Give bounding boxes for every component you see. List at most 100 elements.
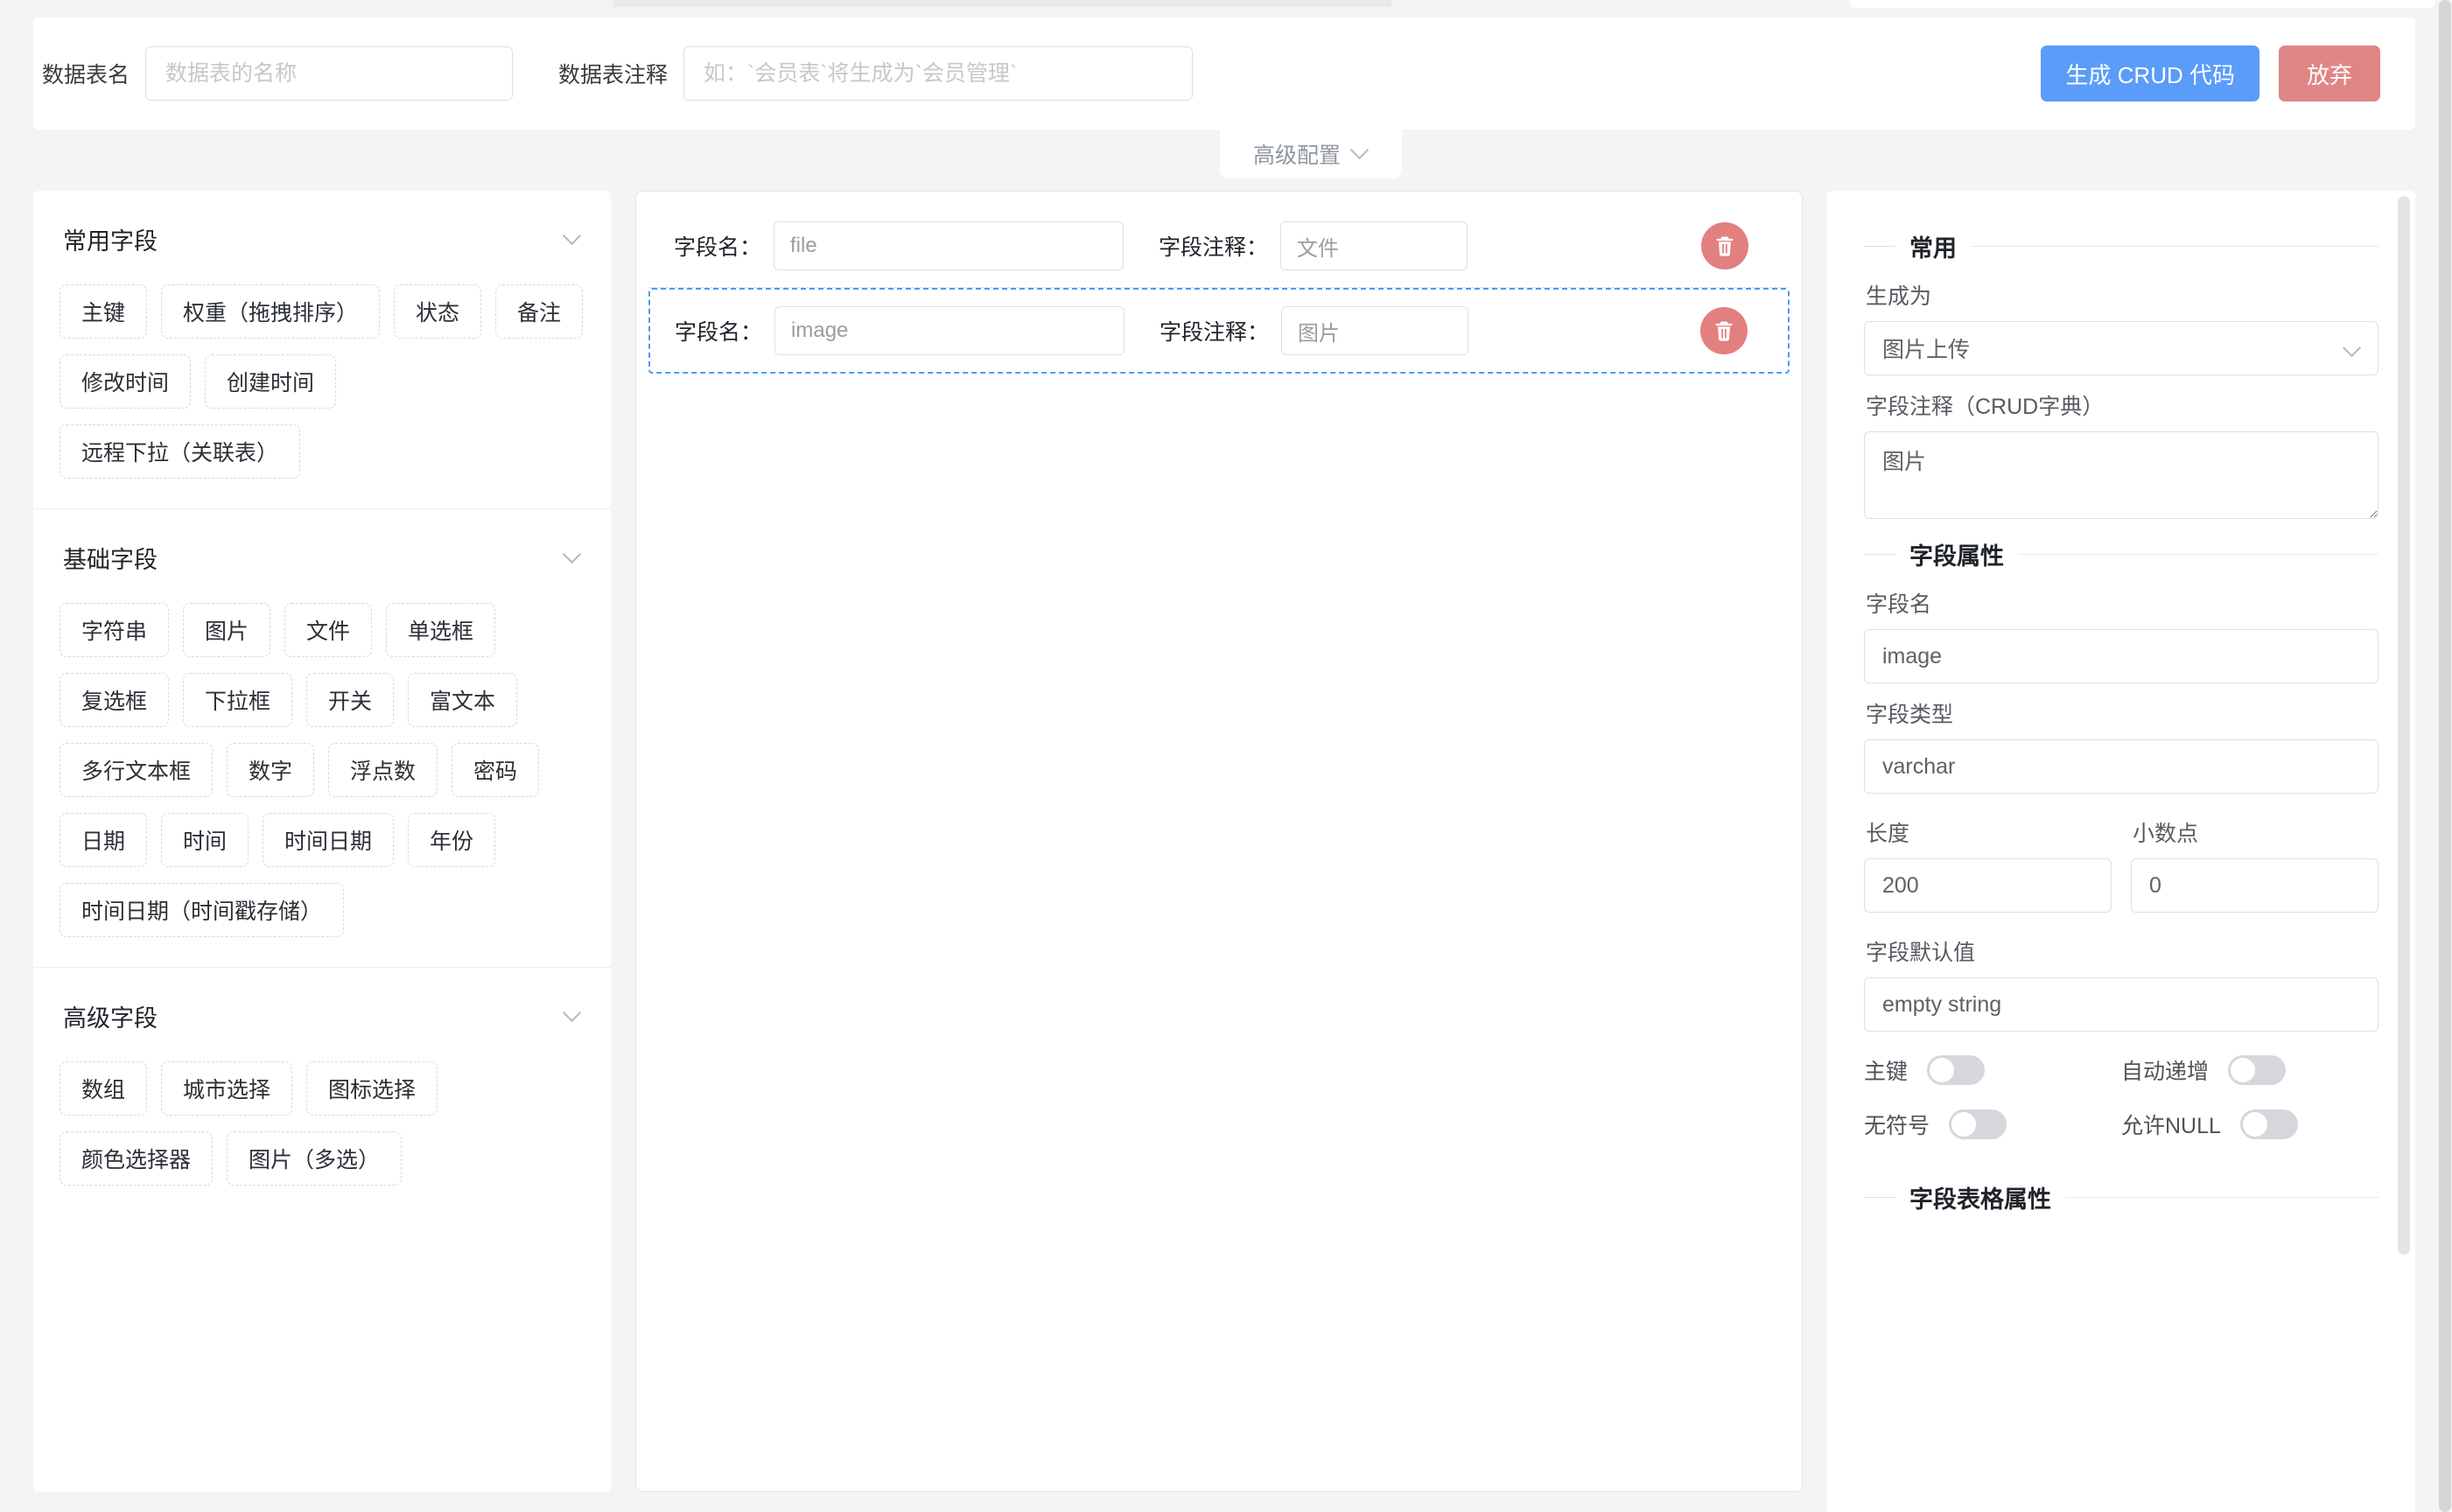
field-name-attr: 字段名 [1864, 587, 2378, 683]
field-palette-panel: 常用字段 主键 权重（拖拽排序） 状态 备注 修改时间 创建时间 远程下拉（关联… [33, 191, 611, 1492]
palette-chip[interactable]: 复选框 [60, 673, 170, 727]
palette-chip[interactable]: 创建时间 [205, 354, 337, 409]
chevron-down-icon[interactable] [564, 546, 581, 564]
palette-chip[interactable]: 时间 [161, 813, 249, 867]
field-comment-input[interactable] [1281, 306, 1469, 355]
palette-group-common: 常用字段 主键 权重（拖拽排序） 状态 备注 修改时间 创建时间 远程下拉（关联… [33, 191, 611, 509]
top-cut-element-right [1849, 0, 2435, 8]
palette-chip[interactable]: 日期 [60, 813, 148, 867]
field-canvas-panel[interactable]: 字段名： 字段注释： 字段名： 字段注释： [635, 191, 1803, 1492]
field-comment-label: 字段注释： [1159, 235, 1269, 260]
chevron-down-icon[interactable] [564, 228, 581, 245]
field-type-attr-label: 字段类型 [1866, 703, 1954, 727]
auto-increment-toggle-cell: 自动递增 [2121, 1054, 2378, 1086]
primary-key-toggle[interactable] [1927, 1055, 1986, 1085]
generate-crud-button[interactable]: 生成 CRUD 代码 [2041, 46, 2259, 102]
palette-chip[interactable]: 字符串 [60, 603, 170, 657]
divider-line-short [1864, 1197, 1895, 1198]
field-name-attr-input[interactable] [1864, 629, 2378, 683]
palette-chip[interactable]: 文件 [284, 603, 373, 657]
divider-line-long [2018, 554, 2378, 555]
palette-chip[interactable]: 开关 [306, 673, 395, 727]
comment-dict-textarea[interactable]: 图片 [1864, 431, 2378, 519]
advanced-config-toggle[interactable]: 高级配置 [1220, 130, 1402, 178]
divider-line-short [1864, 554, 1895, 555]
palette-group-basic: 基础字段 字符串 图片 文件 单选框 复选框 下拉框 开关 富文本 多行文本框 … [33, 509, 611, 968]
palette-chip[interactable]: 多行文本框 [60, 743, 214, 797]
palette-group-advanced-header[interactable]: 高级字段 [33, 968, 611, 1042]
trash-icon [1716, 236, 1734, 256]
table-name-input[interactable] [145, 46, 514, 101]
length-attr: 长度 [1864, 808, 2112, 913]
palette-chip[interactable]: 修改时间 [60, 354, 192, 409]
length-input[interactable] [1864, 858, 2112, 913]
table-comment-input[interactable] [683, 46, 1194, 101]
cancel-button[interactable]: 放弃 [2278, 46, 2380, 102]
palette-chip[interactable]: 单选框 [386, 603, 496, 657]
chevron-down-icon[interactable] [564, 1004, 581, 1022]
palette-chip[interactable]: 数字 [227, 743, 315, 797]
palette-group-title: 常用字段 [63, 228, 158, 255]
delete-field-button[interactable] [1701, 222, 1748, 270]
field-comment-input[interactable] [1280, 221, 1468, 270]
section-title: 常用 [1909, 235, 1957, 262]
field-type-attr-input[interactable] [1864, 739, 2378, 794]
palette-group-advanced-body: 数组 城市选择 图标选择 颜色选择器 图片（多选） [33, 1042, 611, 1215]
decimal-input[interactable] [2131, 858, 2378, 913]
main-area: 常用字段 主键 权重（拖拽排序） 状态 备注 修改时间 创建时间 远程下拉（关联… [33, 191, 2415, 1512]
palette-chip[interactable]: 年份 [408, 813, 496, 867]
primary-key-toggle-cell: 主键 [1864, 1054, 2121, 1086]
table-name-field: 数据表名 [42, 46, 514, 101]
palette-chip[interactable]: 浮点数 [328, 743, 438, 797]
field-name-input[interactable] [774, 306, 1125, 355]
top-cut-element-left [613, 0, 1391, 7]
section-title: 字段表格属性 [1909, 1186, 2051, 1213]
inspector-scrollbar-thumb[interactable] [2398, 196, 2410, 1255]
palette-chip[interactable]: 权重（拖拽排序） [161, 284, 381, 339]
palette-chip[interactable]: 远程下拉（关联表） [60, 424, 301, 479]
field-row[interactable]: 字段名： 字段注释： [648, 204, 1790, 288]
generate-as-select[interactable] [1864, 321, 2378, 375]
allow-null-label: 允许NULL [2121, 1114, 2221, 1138]
palette-chip[interactable]: 城市选择 [161, 1061, 293, 1116]
unsigned-toggle[interactable] [1949, 1110, 2007, 1139]
palette-chip[interactable]: 数组 [60, 1061, 148, 1116]
allow-null-toggle-cell: 允许NULL [2121, 1109, 2378, 1140]
palette-chip[interactable]: 图片（多选） [227, 1131, 403, 1186]
page-scrollbar-thumb[interactable] [2439, 0, 2451, 1512]
length-label: 长度 [1866, 822, 1910, 846]
section-title: 字段属性 [1909, 543, 2004, 570]
palette-chip[interactable]: 图片 [183, 603, 271, 657]
palette-group-basic-body: 字符串 图片 文件 单选框 复选框 下拉框 开关 富文本 多行文本框 数字 浮点… [33, 584, 611, 967]
palette-chip[interactable]: 时间日期 [263, 813, 395, 867]
palette-group-title: 基础字段 [63, 547, 158, 573]
palette-chip[interactable]: 状态 [394, 284, 482, 339]
auto-increment-toggle[interactable] [2228, 1055, 2287, 1085]
palette-chip[interactable]: 密码 [452, 743, 540, 797]
allow-null-toggle[interactable] [2239, 1110, 2298, 1139]
palette-chip[interactable]: 富文本 [408, 673, 518, 727]
generate-as-select-wrapper[interactable] [1864, 321, 2378, 375]
palette-chip[interactable]: 时间日期（时间戳存储） [60, 883, 345, 937]
palette-chip[interactable]: 主键 [60, 284, 148, 339]
default-value-input[interactable] [1864, 977, 2378, 1032]
palette-chip[interactable]: 图标选择 [306, 1061, 438, 1116]
decimal-attr: 小数点 [2131, 808, 2378, 913]
page-scrollbar[interactable] [2436, 0, 2452, 1512]
section-field-attrs-header: 字段属性 [1864, 537, 2378, 571]
palette-group-common-header[interactable]: 常用字段 [33, 191, 611, 265]
palette-chip[interactable]: 下拉框 [183, 673, 293, 727]
delete-field-button[interactable] [1700, 307, 1748, 354]
comment-dict-label: 字段注释（CRUD字典） [1866, 395, 2105, 419]
trash-icon [1715, 321, 1733, 341]
field-name-input[interactable] [774, 221, 1124, 270]
length-decimal-row: 长度 小数点 [1864, 808, 2378, 927]
unsigned-label: 无符号 [1864, 1114, 1930, 1138]
palette-group-basic-header[interactable]: 基础字段 [33, 509, 611, 584]
field-row-selected[interactable]: 字段名： 字段注释： [648, 288, 1790, 374]
divider-line-long [2065, 1197, 2378, 1198]
field-inspector-panel: 常用 生成为 字段注释（CRUD字典） 图片 字段属性 字段名 [1827, 191, 2415, 1512]
palette-chip[interactable]: 颜色选择器 [60, 1131, 214, 1186]
palette-chip[interactable]: 备注 [495, 284, 584, 339]
default-value-label: 字段默认值 [1866, 941, 1976, 965]
